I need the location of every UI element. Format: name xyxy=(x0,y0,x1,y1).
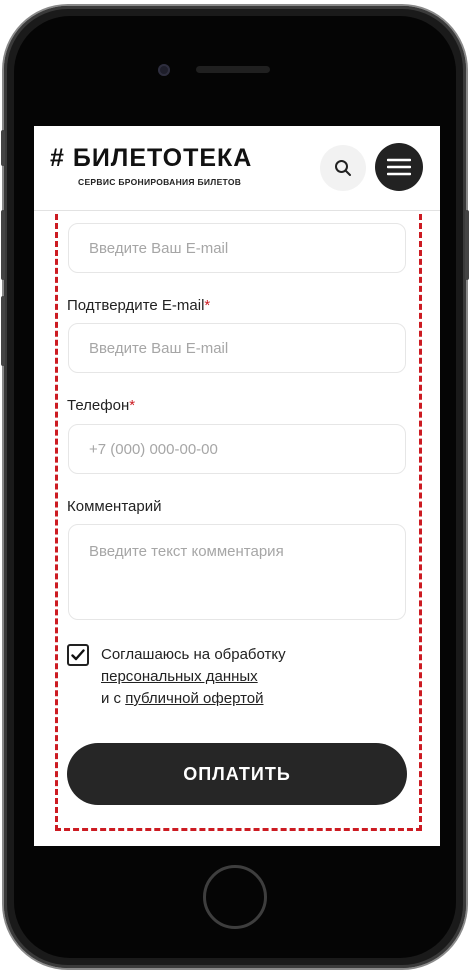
comment-textarea[interactable]: Введите текст комментария xyxy=(68,524,406,620)
front-camera xyxy=(158,64,170,76)
power-button xyxy=(465,210,469,280)
personal-data-link[interactable]: персональных данных xyxy=(101,668,258,685)
phone-label: Телефон* xyxy=(67,397,136,414)
checkmark-icon xyxy=(71,649,85,661)
home-button[interactable] xyxy=(203,865,267,929)
comment-placeholder: Введите текст комментария xyxy=(89,543,284,560)
public-offer-link[interactable]: публичной офертой xyxy=(125,690,263,707)
required-mark: * xyxy=(129,397,136,414)
confirm-email-input[interactable]: Введите Ваш E-mail xyxy=(68,323,406,373)
site-logo[interactable]: # БИЛЕТОТЕКА xyxy=(50,144,252,173)
email-input[interactable]: Введите Ваш E-mail xyxy=(68,223,406,273)
site-tagline: СЕРВИС БРОНИРОВАНИЯ БИЛЕТОВ xyxy=(78,177,242,187)
email-placeholder: Введите Ваш E-mail xyxy=(89,239,229,257)
phone-placeholder: +7 (000) 000-00-00 xyxy=(89,440,218,458)
side-button xyxy=(1,130,5,166)
confirm-email-label: Подтвердите E-mail* xyxy=(67,297,211,314)
comment-label: Комментарий xyxy=(67,498,162,515)
volume-down-button xyxy=(1,296,5,366)
search-icon xyxy=(335,160,351,176)
phone-input[interactable]: +7 (000) 000-00-00 xyxy=(68,424,406,474)
volume-up-button xyxy=(1,210,5,280)
pay-button[interactable]: ОПЛАТИТЬ xyxy=(67,743,407,805)
consent-checkbox[interactable] xyxy=(67,644,89,666)
search-button[interactable] xyxy=(320,145,366,191)
site-header: # БИЛЕТОТЕКА СЕРВИС БРОНИРОВАНИЯ БИЛЕТОВ xyxy=(34,126,440,211)
phone-screen: # БИЛЕТОТЕКА СЕРВИС БРОНИРОВАНИЯ БИЛЕТОВ… xyxy=(34,126,440,846)
confirm-email-placeholder: Введите Ваш E-mail xyxy=(89,339,229,357)
consent-text: Соглашаюсь на обработку персональных дан… xyxy=(101,646,286,707)
hamburger-icon xyxy=(387,158,411,176)
menu-button[interactable] xyxy=(375,143,423,191)
required-mark: * xyxy=(204,297,211,314)
earpiece-speaker xyxy=(196,66,270,73)
